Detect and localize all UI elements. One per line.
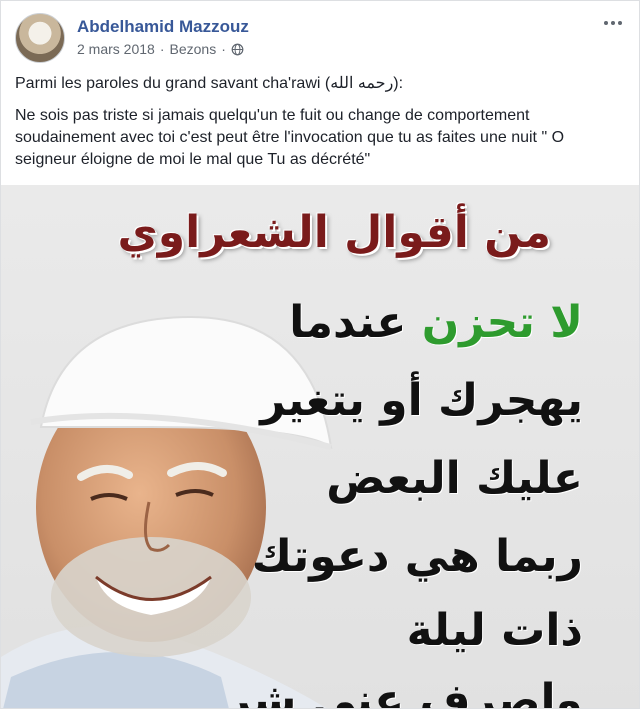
image-line-5: ذات ليلة: [406, 605, 583, 656]
image-line-4: ربما هي دعوتك: [251, 531, 583, 582]
image-line-1-rest: عندما: [289, 297, 407, 348]
author-name[interactable]: Abdelhamid Mazzouz: [77, 17, 249, 37]
image-line-3: عليك البعض: [326, 453, 583, 504]
image-line-1-green: لا تحزن: [421, 297, 583, 348]
post-location[interactable]: Bezons: [170, 41, 217, 57]
image-line-2: يهجرك أو يتغير: [260, 375, 583, 426]
post-image[interactable]: من أقوال الشعراوي لا تحزن عندما يهجرك أو…: [1, 185, 639, 709]
meta-separator-2: ·: [221, 41, 226, 57]
post-text: Parmi les paroles du grand savant cha'ra…: [15, 73, 627, 181]
image-line-1: لا تحزن عندما: [289, 297, 583, 348]
post-header: Abdelhamid Mazzouz 2 mars 2018 · Bezons …: [15, 13, 627, 63]
post-text-intro: Parmi les paroles du grand savant cha'ra…: [15, 75, 404, 92]
more-options-icon[interactable]: [601, 15, 625, 31]
post-card: Abdelhamid Mazzouz 2 mars 2018 · Bezons …: [0, 0, 640, 709]
post-text-body: Ne sois pas triste si jamais quelqu'un t…: [15, 107, 565, 168]
globe-icon[interactable]: [231, 43, 244, 56]
image-title: من أقوال الشعراوي: [117, 207, 551, 258]
post-meta: 2 mars 2018 · Bezons ·: [77, 41, 244, 57]
image-line-6: واصرف عني شر: [225, 675, 583, 709]
post-date[interactable]: 2 mars 2018: [77, 41, 155, 57]
meta-separator: ·: [159, 41, 165, 57]
avatar[interactable]: [15, 13, 65, 63]
